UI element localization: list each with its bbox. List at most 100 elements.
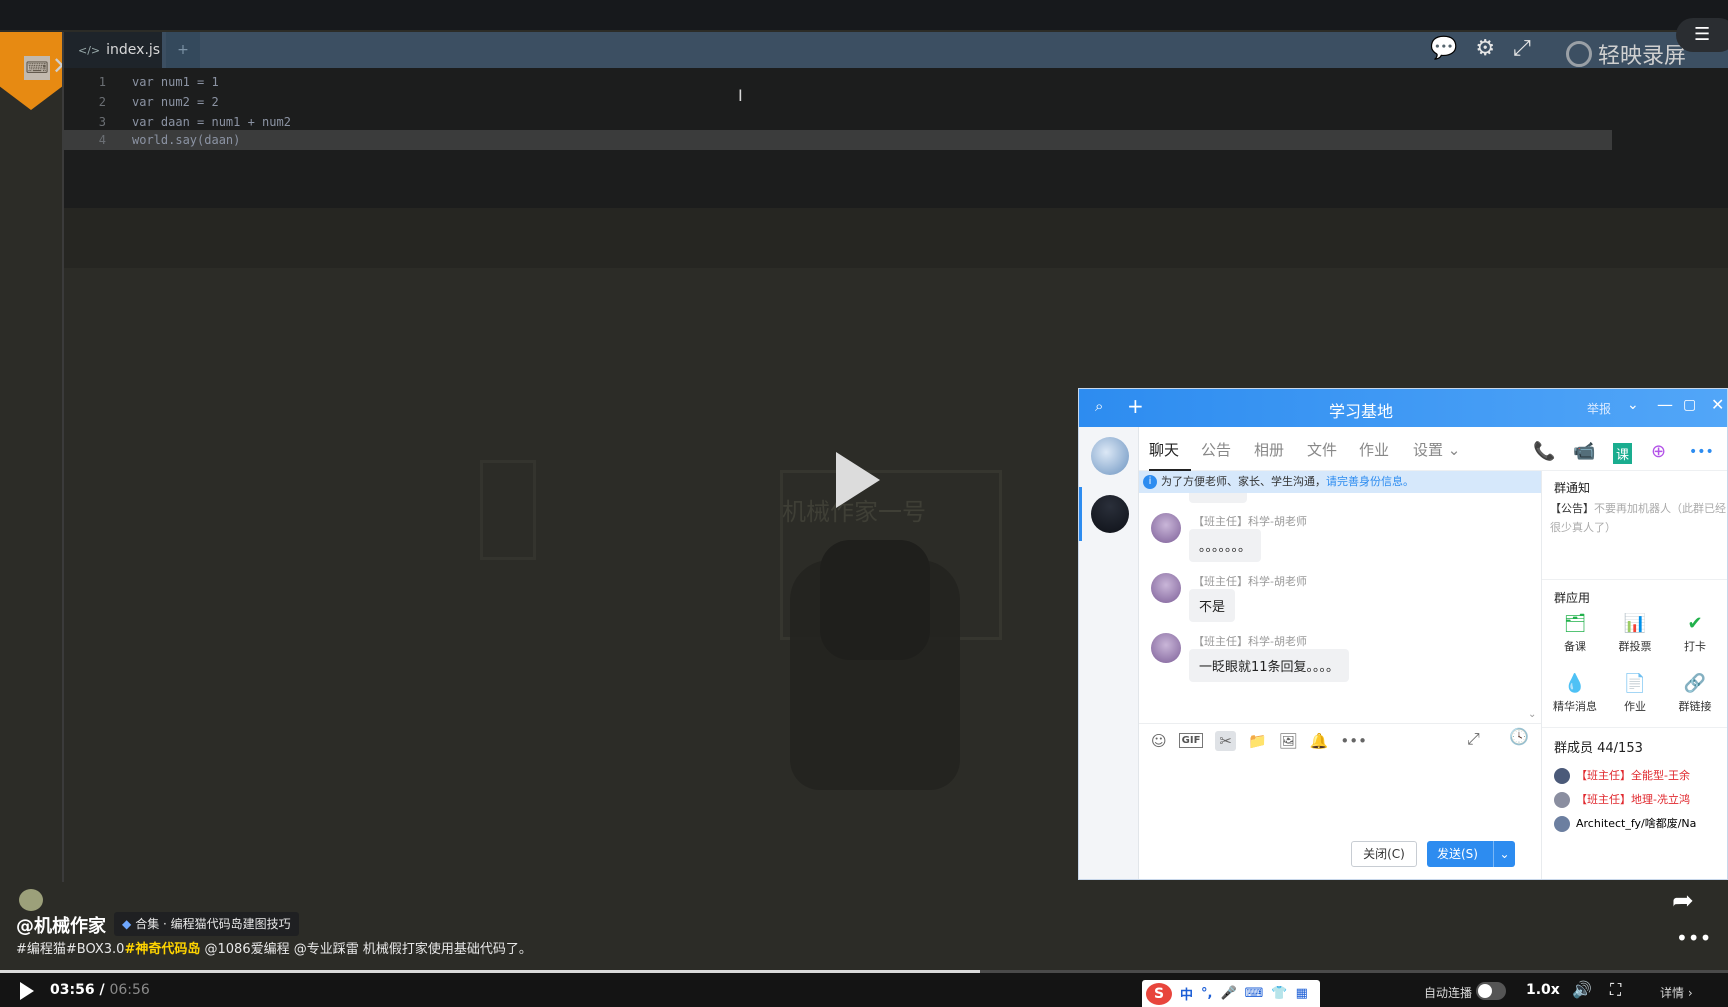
- sender-avatar[interactable]: [1151, 513, 1181, 543]
- share-icon[interactable]: ➦: [1672, 886, 1694, 916]
- tab-announcement[interactable]: 公告: [1201, 439, 1231, 460]
- group-notice-text[interactable]: 【公告】不要再加机器人（此群已经很少真人了）: [1550, 499, 1726, 537]
- chat-title-bar[interactable]: ⌕ + 学习基地 举报 ⌄ — ▢ ✕: [1079, 389, 1727, 427]
- collection-badge[interactable]: ◆ 合集 · 编程猫代码岛建图技巧: [114, 912, 299, 936]
- notice-link[interactable]: 请完善身份信息。: [1326, 475, 1414, 488]
- message-bubble[interactable]: 一眨眼就11条回复。。。。: [1189, 649, 1350, 682]
- more-icon[interactable]: •••: [1689, 444, 1714, 460]
- app-homework[interactable]: 📄 作业: [1610, 673, 1660, 714]
- line-number: 3: [98, 115, 106, 129]
- time-separator: /: [94, 982, 110, 998]
- scene-post: [480, 460, 536, 560]
- checkin-icon: ✔: [1687, 613, 1703, 634]
- editor-new-tab-button[interactable]: +: [166, 32, 200, 68]
- class-icon[interactable]: 课: [1613, 443, 1633, 464]
- gif-icon[interactable]: GIF: [1178, 733, 1204, 748]
- phone-icon[interactable]: 📞: [1533, 441, 1555, 462]
- add-icon[interactable]: +: [1127, 394, 1144, 418]
- search-icon[interactable]: ⌕: [1095, 397, 1103, 415]
- autoplay-toggle[interactable]: [1476, 982, 1506, 1000]
- input-toolbar: ☺ GIF ✂ 📁 🖼 🔔 •••: [1139, 723, 1541, 757]
- send-button[interactable]: 发送(S) ⌄: [1427, 841, 1515, 867]
- group-avatar[interactable]: [1091, 437, 1129, 475]
- message-bubble[interactable]: 。。。。。。。: [1189, 529, 1262, 562]
- message-list[interactable]: 【班主任】科学-胡老师 。。。。。。。 【班主任】科学-胡老师 不是 【班主任】…: [1139, 493, 1541, 723]
- expand-icon[interactable]: ⤢: [1467, 729, 1480, 749]
- fullscreen-icon[interactable]: ⛶: [1610, 980, 1621, 1000]
- app-group-link[interactable]: 🔗 群链接: [1670, 673, 1720, 714]
- message-bubble[interactable]: 不是: [1189, 589, 1236, 622]
- sender-avatar[interactable]: [1151, 633, 1181, 663]
- member-row[interactable]: 【班主任】地理-冼立鸿: [1554, 791, 1690, 808]
- keyboard-icon[interactable]: ⌨: [1245, 986, 1264, 1001]
- tab-files[interactable]: 文件: [1307, 439, 1337, 460]
- member-avatar: [1554, 816, 1570, 832]
- more-icon[interactable]: •••: [1340, 732, 1367, 750]
- resize-icon[interactable]: ⤢: [1513, 36, 1531, 66]
- folder-icon[interactable]: 📁: [1248, 732, 1267, 750]
- sender-avatar[interactable]: [1151, 573, 1181, 603]
- volume-icon[interactable]: 🔊: [1572, 980, 1592, 999]
- group-notice-title: 群通知: [1554, 481, 1591, 495]
- app-checkin[interactable]: ✔ 打卡: [1670, 613, 1720, 654]
- chevron-down-icon[interactable]: ⌄: [1627, 397, 1639, 413]
- desc-tag-1[interactable]: #编程猫#BOX3.0: [16, 942, 124, 957]
- maximize-icon[interactable]: ▢: [1683, 397, 1696, 413]
- image-icon[interactable]: 🖼: [1279, 732, 1298, 750]
- video-description: #编程猫#BOX3.0#神奇代码岛 @1086爱编程 @专业踩雷 机械假打家使用…: [16, 938, 532, 957]
- link-icon: 🔗: [1683, 673, 1707, 694]
- video-call-icon[interactable]: 📹: [1573, 441, 1595, 462]
- app-essence[interactable]: 💧 精华消息: [1550, 673, 1600, 714]
- more-icon[interactable]: •••: [1676, 926, 1711, 950]
- author-avatar[interactable]: [19, 889, 43, 911]
- code-line-3[interactable]: 3 var daan = num1 + num2: [62, 112, 1612, 132]
- member-name: 【班主任】地理-冼立鸿: [1576, 793, 1690, 806]
- code-line-4[interactable]: 4 world.say(daan): [62, 130, 1612, 150]
- bug-icon[interactable]: ⚙: [1475, 36, 1495, 66]
- ime-language[interactable]: 中: [1180, 984, 1193, 1003]
- app-vote[interactable]: 📊 群投票: [1610, 613, 1660, 654]
- code-icon: </>: [78, 44, 101, 57]
- report-link[interactable]: 举报: [1587, 400, 1611, 417]
- chat-window: ⌕ + 学习基地 举报 ⌄ — ▢ ✕ 聊天 公告 相册 文件 作业 设置 ⌄ …: [1078, 388, 1728, 880]
- code-line-1[interactable]: 1 var num1 = 1: [62, 72, 1612, 92]
- toolbox-icon[interactable]: ▦: [1296, 986, 1308, 1001]
- app-lesson-prep[interactable]: 🗂 备课: [1550, 613, 1600, 654]
- notice-prefix: 【公告】: [1550, 502, 1594, 515]
- menu-button[interactable]: ☰: [1676, 18, 1728, 52]
- sogou-logo-icon[interactable]: S: [1146, 982, 1172, 1005]
- plus-circle-icon[interactable]: ⊕: [1651, 441, 1666, 462]
- desc-tag-2[interactable]: #神奇代码岛: [124, 942, 200, 957]
- bell-icon[interactable]: 🔔: [1310, 732, 1329, 750]
- tab-chat[interactable]: 聊天: [1149, 439, 1179, 460]
- tab-settings[interactable]: 设置 ⌄: [1413, 439, 1460, 460]
- time-display: 03:56 / 06:56: [50, 982, 150, 998]
- emoji-icon[interactable]: ☺: [1151, 732, 1167, 750]
- tab-album[interactable]: 相册: [1254, 439, 1284, 460]
- editor-toolbar: 💬 ⚙ ⤢: [1430, 36, 1531, 66]
- playback-speed[interactable]: 1.0x: [1526, 982, 1560, 998]
- editor-tab-index-js[interactable]: </> index.js: [62, 32, 162, 68]
- play-overlay-icon[interactable]: [836, 452, 880, 508]
- member-row[interactable]: Architect_fy/啥都废/Na: [1554, 815, 1696, 832]
- minimize-icon[interactable]: —: [1657, 395, 1673, 414]
- send-options-chevron-icon[interactable]: ⌄: [1493, 841, 1515, 867]
- author-name[interactable]: @机械作家: [16, 912, 106, 938]
- tab-homework[interactable]: 作业: [1359, 439, 1389, 460]
- screen: </> index.js + 1 var num1 = 1 2 var num2 = …: [0, 0, 1728, 1007]
- close-button[interactable]: 关闭(C): [1351, 841, 1417, 867]
- screenshot-icon[interactable]: ✂: [1215, 730, 1236, 751]
- play-icon[interactable]: [20, 982, 34, 1000]
- comment-icon[interactable]: 💬: [1430, 36, 1457, 66]
- history-clock-icon[interactable]: 🕓: [1509, 727, 1529, 746]
- close-icon[interactable]: ✕: [1711, 395, 1724, 414]
- microphone-icon[interactable]: 🎤: [1220, 986, 1236, 1001]
- autoplay-label: 自动连播: [1424, 986, 1473, 1000]
- details-link[interactable]: 详情 ›: [1660, 984, 1693, 1001]
- skin-icon[interactable]: 👕: [1271, 986, 1287, 1001]
- code-line-2[interactable]: 2 var num2 = 2: [62, 92, 1612, 112]
- ime-punctuation[interactable]: °,: [1201, 986, 1212, 1001]
- scroll-down-icon[interactable]: ⌄: [1528, 709, 1536, 720]
- conversation-avatar[interactable]: [1091, 495, 1129, 533]
- member-row[interactable]: 【班主任】全能型-王余: [1554, 767, 1690, 784]
